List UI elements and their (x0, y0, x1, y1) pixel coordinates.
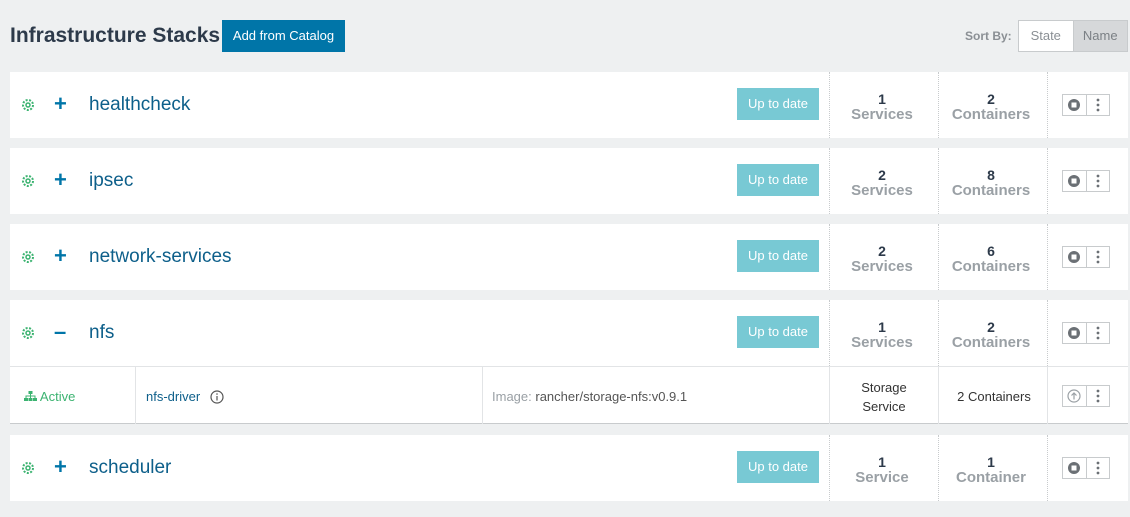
stop-icon[interactable] (1063, 247, 1086, 267)
page-title: Infrastructure Stacks (10, 24, 221, 47)
expand-toggle[interactable]: + (54, 92, 70, 116)
status-badge: Up to date (737, 240, 819, 272)
gear-icon (22, 327, 34, 339)
expand-toggle[interactable]: + (54, 455, 70, 479)
status-badge: Up to date (737, 316, 819, 348)
page: Infrastructure Stacks Add from Catalog S… (0, 0, 1130, 517)
column-divider (1047, 300, 1048, 366)
more-options-icon[interactable] (1085, 247, 1110, 267)
stack-name-link[interactable]: scheduler (89, 457, 171, 479)
more-options-icon[interactable] (1085, 386, 1110, 406)
column-divider (1047, 72, 1048, 138)
gear-icon (22, 99, 34, 111)
more-options-icon[interactable] (1085, 458, 1110, 478)
expand-toggle[interactable]: + (54, 168, 70, 192)
stack-row-network-services: + network-services Up to date 2 Services… (10, 224, 1128, 290)
containers-count: 6 Containers (951, 243, 1031, 275)
more-options-icon[interactable] (1085, 95, 1110, 115)
header: Infrastructure Stacks Add from Catalog S… (0, 0, 1130, 72)
services-count: 2 Services (851, 167, 913, 199)
stack-actions (1062, 170, 1110, 192)
column-divider (1047, 148, 1048, 214)
more-options-icon[interactable] (1085, 171, 1110, 191)
service-name-link[interactable]: nfs-driver (146, 389, 200, 404)
containers-count: 2 Containers (951, 319, 1031, 351)
sort-label: Sort By: (965, 29, 1012, 43)
gear-icon (22, 175, 34, 187)
stop-icon[interactable] (1063, 171, 1086, 191)
gear-icon (22, 251, 34, 263)
column-divider (135, 367, 136, 424)
sitemap-icon (24, 391, 37, 401)
stack-name-link[interactable]: ipsec (89, 170, 133, 192)
column-divider (938, 367, 939, 424)
service-state-label: Active (39, 389, 76, 404)
stack-actions (1062, 246, 1110, 268)
stack-row-nfs: – nfs Up to date 1 Services 2 Containers (10, 300, 1128, 424)
column-divider (1047, 367, 1048, 424)
stack-actions (1062, 322, 1110, 344)
column-divider (482, 367, 483, 424)
stack-row-scheduler: + scheduler Up to date 1 Service 1 Conta… (10, 435, 1128, 501)
containers-count: 8 Containers (951, 167, 1031, 199)
column-divider (1047, 224, 1048, 290)
sort-by-name-button[interactable]: Name (1072, 21, 1127, 51)
containers-count: 1 Container (955, 454, 1026, 486)
stack-name-link[interactable]: network-services (89, 246, 232, 268)
stack-name-link[interactable]: nfs (89, 322, 114, 344)
upgrade-icon[interactable] (1063, 386, 1086, 406)
column-divider (1047, 435, 1048, 501)
expand-toggle[interactable]: + (54, 244, 70, 268)
containers-count: 2 Containers (951, 91, 1031, 123)
status-badge: Up to date (737, 164, 819, 196)
image-label: Image: (492, 389, 532, 404)
status-badge: Up to date (737, 451, 819, 483)
status-badge: Up to date (737, 88, 819, 120)
gear-icon (22, 462, 34, 474)
stack-row-healthcheck: + healthcheck Up to date 1 Services 2 Co… (10, 72, 1128, 138)
more-options-icon[interactable] (1085, 323, 1110, 343)
collapse-toggle[interactable]: – (54, 320, 70, 344)
info-icon[interactable] (210, 390, 224, 404)
services-count: 1 Services (851, 91, 913, 123)
add-from-catalog-button[interactable]: Add from Catalog (222, 20, 345, 52)
stop-icon[interactable] (1063, 95, 1086, 115)
service-actions (1062, 385, 1110, 407)
stack-actions (1062, 457, 1110, 479)
services-count: 1 Services (851, 319, 913, 351)
stack-row-ipsec: + ipsec Up to date 2 Services 8 Containe… (10, 148, 1128, 214)
service-row-nfs-driver: Active nfs-driver Image: rancher/storage… (10, 366, 1128, 424)
stack-actions (1062, 94, 1110, 116)
services-count: 1 Service (855, 454, 909, 486)
services-count: 2 Services (851, 243, 913, 275)
service-type: Storage Service (861, 380, 907, 414)
stack-name-link[interactable]: healthcheck (89, 94, 190, 116)
sort-toggle-group: State Name (1018, 20, 1128, 52)
stop-icon[interactable] (1063, 323, 1086, 343)
image-value: rancher/storage-nfs:v0.9.1 (535, 389, 688, 404)
sort-by-state-button[interactable]: State (1019, 21, 1073, 51)
stop-icon[interactable] (1063, 458, 1086, 478)
